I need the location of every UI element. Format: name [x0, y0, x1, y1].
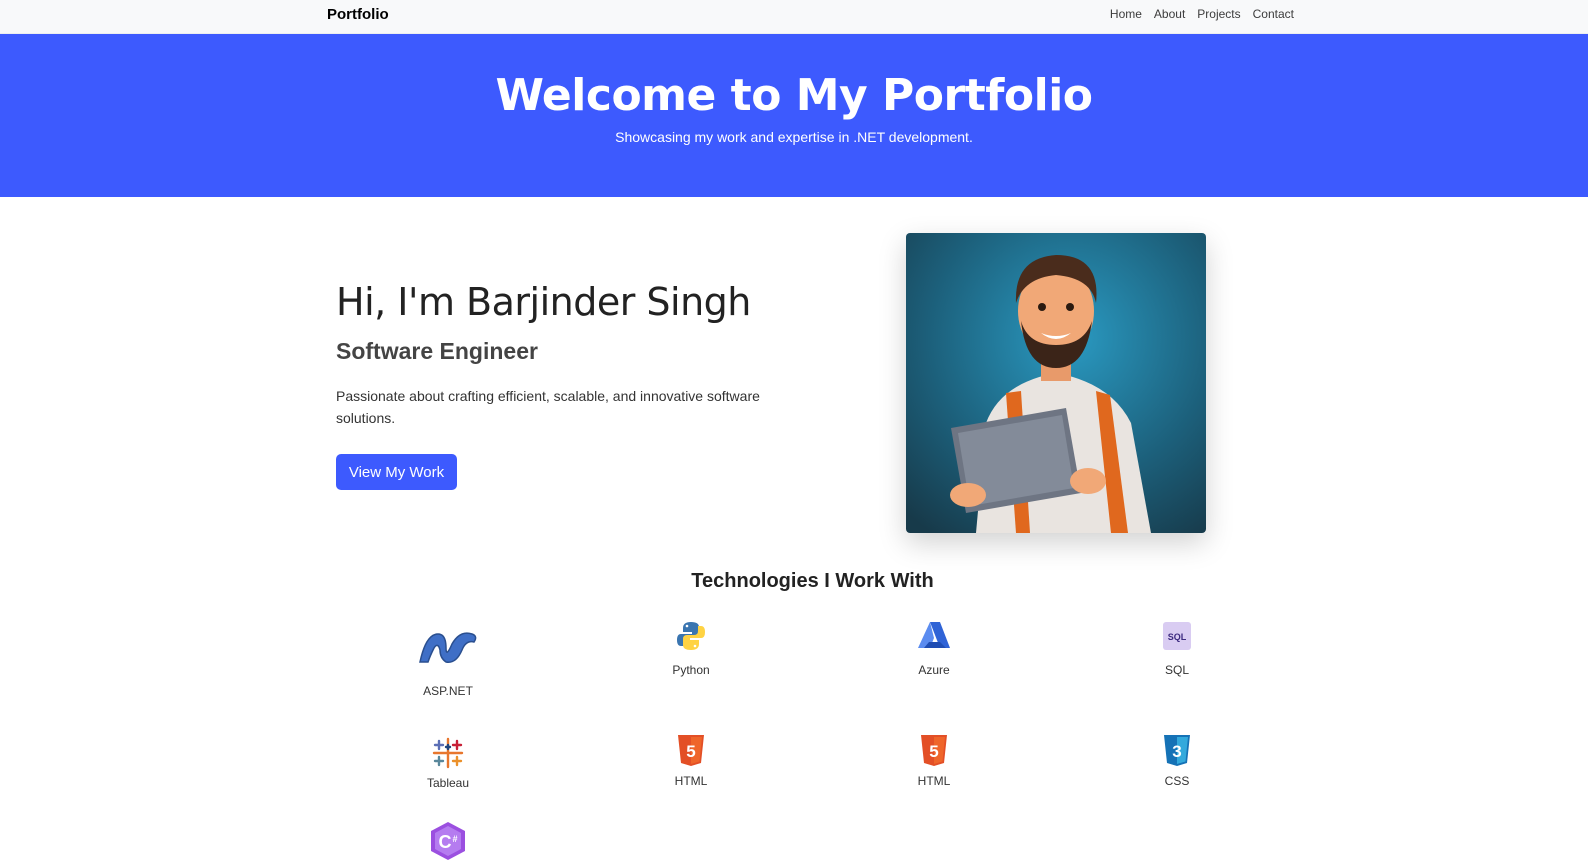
- intro-greeting: Hi, I'm Barjinder Singh: [336, 280, 751, 324]
- tech-label: ASP.NET: [423, 684, 473, 698]
- tech-item-html: 5 HTML: [631, 733, 751, 788]
- navbar: Portfolio Home About Projects Contact: [0, 0, 1588, 34]
- sql-icon: SQL: [1163, 622, 1191, 650]
- tech-item-azure: Azure: [874, 620, 994, 677]
- intro-section: Hi, I'm Barjinder Singh Software Enginee…: [336, 280, 776, 429]
- tech-label: SQL: [1164, 663, 1189, 677]
- svg-text:#: #: [452, 834, 457, 844]
- nav-links: Home About Projects Contact: [1110, 7, 1294, 21]
- svg-text:C: C: [439, 832, 452, 852]
- tech-label: Python: [672, 663, 710, 677]
- tech-item-python: Python: [631, 620, 751, 677]
- tech-item-html: 5 HTML: [874, 733, 994, 788]
- tech-item-tableau: Tableau: [388, 735, 508, 790]
- brand-logo[interactable]: Portfolio: [327, 6, 389, 23]
- svg-text:3: 3: [1172, 742, 1181, 761]
- nav-link-projects[interactable]: Projects: [1197, 7, 1240, 21]
- view-my-work-button[interactable]: View My Work: [336, 454, 457, 490]
- tableau-icon: [432, 737, 464, 769]
- tech-item-css: 3 CSS: [1117, 733, 1237, 788]
- svg-text:5: 5: [929, 742, 938, 761]
- intro-role: Software Engineer: [336, 338, 538, 364]
- hero-title: Welcome to My Portfolio: [495, 70, 1093, 121]
- html5-icon: 5: [921, 735, 947, 766]
- tech-item-aspnet: ASP.NET: [388, 628, 508, 698]
- nav-link-about[interactable]: About: [1154, 7, 1185, 21]
- tech-label: CSS: [1164, 774, 1190, 788]
- svg-text:SQL: SQL: [1168, 632, 1187, 642]
- svg-text:5: 5: [686, 742, 695, 761]
- tech-item-csharp: C #: [388, 820, 508, 868]
- nav-link-contact[interactable]: Contact: [1253, 7, 1294, 21]
- tech-item-sql: SQL SQL: [1117, 620, 1237, 677]
- css3-icon: 3: [1164, 735, 1190, 766]
- profile-avatar: [906, 233, 1206, 533]
- csharp-icon: C #: [431, 822, 465, 860]
- html5-icon: 5: [678, 735, 704, 766]
- tech-label: Azure: [918, 663, 950, 677]
- nav-link-home[interactable]: Home: [1110, 7, 1142, 21]
- hero-subtitle: Showcasing my work and expertise in .NET…: [615, 129, 973, 145]
- intro-description: Passionate about crafting efficient, sca…: [336, 388, 760, 426]
- azure-icon: [918, 622, 950, 648]
- tech-label: HTML: [674, 774, 708, 788]
- tech-label: HTML: [917, 774, 951, 788]
- python-icon: [677, 622, 705, 650]
- hero-banner: Welcome to My Portfolio Showcasing my wo…: [0, 34, 1588, 197]
- tech-label: Tableau: [426, 776, 470, 790]
- dotnet-icon: [419, 632, 477, 663]
- technologies-title: Technologies I Work With: [691, 570, 934, 592]
